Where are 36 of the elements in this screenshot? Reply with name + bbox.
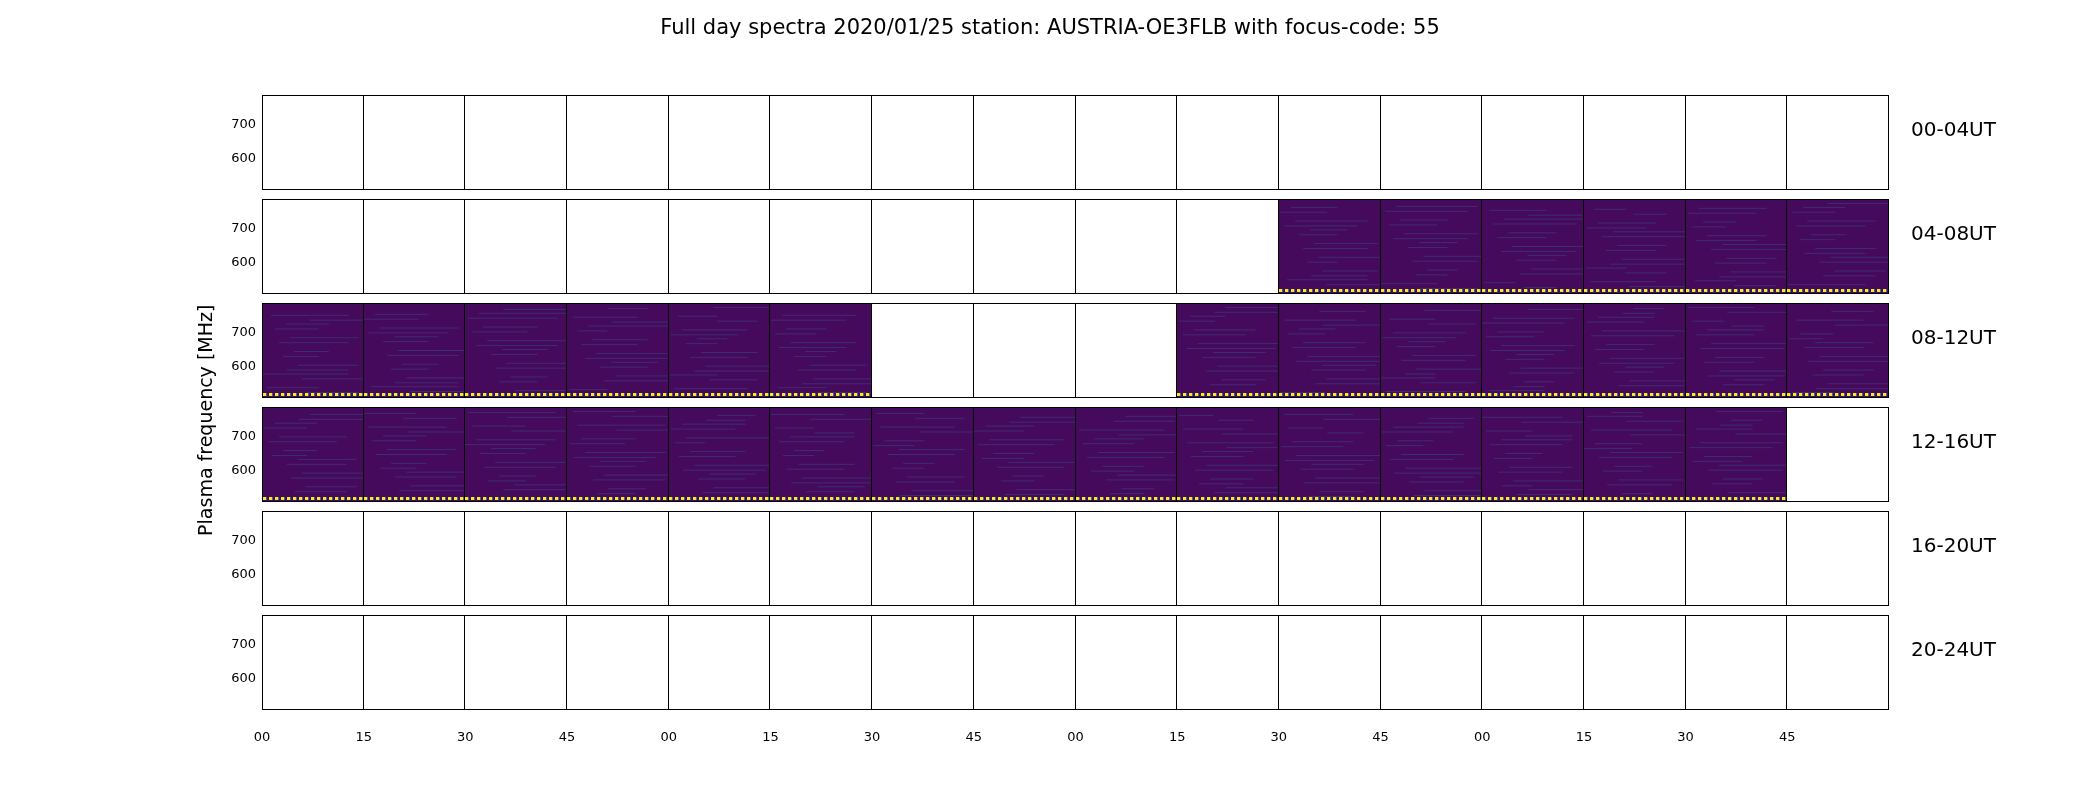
x-tick-label: 45 xyxy=(965,728,983,746)
x-tick-label: 15 xyxy=(1575,728,1593,746)
y-tick-label: 700 xyxy=(231,636,256,652)
x-tick-label: 15 xyxy=(762,728,779,746)
y-tick-label: 700 xyxy=(231,428,256,444)
y-tick-label: 600 xyxy=(231,358,256,374)
x-tick-label: 00 xyxy=(660,728,677,746)
time-range-label: 20-24UT xyxy=(1911,637,1996,661)
y-tick-label: 600 xyxy=(231,462,256,478)
time-range-label: 16-20UT xyxy=(1911,533,1996,557)
time-range-label: 04-08UT xyxy=(1911,221,1996,245)
time-range-label: 00-04UT xyxy=(1911,117,1996,141)
x-tick-label: 00 xyxy=(1474,728,1491,746)
x-tick-label: 45 xyxy=(1779,728,1796,746)
y-tick-label: 700 xyxy=(231,220,256,236)
x-tick-label: 15 xyxy=(355,728,372,746)
time-range-label: 12-16UT xyxy=(1911,429,1996,453)
x-tick-label: 30 xyxy=(457,728,474,746)
y-axis-label: Plasma frequency [MHz] xyxy=(193,304,218,536)
y-tick-label: 700 xyxy=(231,116,256,132)
x-tick-label: 30 xyxy=(863,728,881,746)
chart-title: Full day spectra 2020/01/25 station: AUSTRIA-OE3FLB with focus-code: 55 xyxy=(660,14,1440,41)
x-tick-label: 30 xyxy=(1270,728,1288,746)
x-tick-label: 30 xyxy=(1677,728,1694,746)
x-tick-label: 00 xyxy=(1067,728,1084,746)
x-tick-label: 15 xyxy=(1168,728,1186,746)
y-tick-label: 700 xyxy=(231,532,256,548)
y-tick-label: 700 xyxy=(231,324,256,340)
y-tick-label: 600 xyxy=(231,150,256,166)
y-tick-label: 600 xyxy=(231,566,256,582)
x-tick-label: 00 xyxy=(253,728,271,746)
x-tick-label: 45 xyxy=(558,728,576,746)
y-tick-label: 600 xyxy=(231,670,256,686)
y-tick-label: 600 xyxy=(231,254,256,270)
time-range-label: 08-12UT xyxy=(1911,325,1996,349)
x-tick-label: 45 xyxy=(1372,728,1389,746)
